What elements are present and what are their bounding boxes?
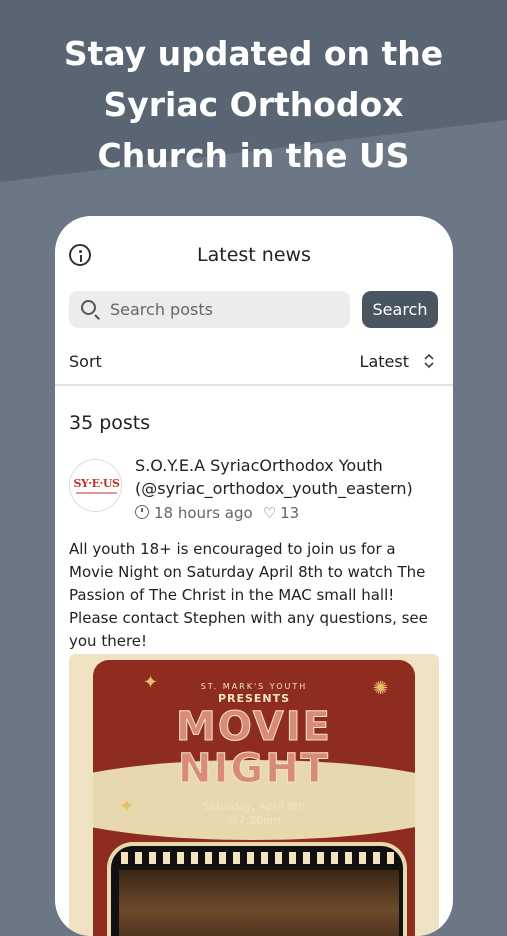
post-body-line: Passion of The Christ in the MAC small h… [69,586,395,604]
post-body: All youth 18+ is encouraged to join us f… [69,538,439,653]
author-handle: (@syriac_orthodox_youth_eastern) [135,479,413,498]
film-still-image [119,870,399,936]
divider [55,384,453,386]
heart-icon[interactable]: ♡ [263,504,276,522]
search-button[interactable]: Search [362,291,438,328]
avatar-logo-text: SY·E·US [73,477,120,490]
poster-date: Saturday, April 8th [202,800,306,813]
post-body-line: Please contact Stephen with any question… [69,609,428,627]
sort-select[interactable]: Latest [360,352,409,371]
movie-night-poster: ✦ ✺ ✦ ST. MARK'S YOUTH PRESENTS MOVIE NI… [93,660,415,936]
avatar-underline [76,492,117,494]
hero-line-2: Syriac Orthodox [103,85,404,124]
poster-title-line-2: NIGHT [178,746,330,793]
poster-title-line-1: MOVIE [176,704,332,751]
film-strip [107,842,407,936]
search-input[interactable]: Search posts [69,291,350,328]
post-body-line: Movie Night on Saturday April 8th to wat… [69,563,426,581]
like-count: 13 [280,504,300,522]
post-author[interactable]: S.O.Y.E.A SyriacOrthodox Youth (@syriac_… [135,454,413,500]
app-header: Latest news [55,216,453,294]
hero-line-1: Stay updated on the [63,34,444,73]
post-count: 35 posts [69,412,151,434]
post-body-line: you there! [69,632,148,650]
hero-heading: Stay updated on the Syriac Orthodox Chur… [0,28,507,181]
search-placeholder: Search posts [110,300,213,319]
poster-subtitle: ST. MARK'S YOUTH [200,682,308,691]
hero-line-3: Church in the US [97,136,410,175]
author-name: S.O.Y.E.A SyriacOrthodox Youth [135,456,383,475]
avatar[interactable]: SY·E·US [69,459,122,512]
post-time: 18 hours ago [154,504,253,522]
phone-screen: Latest news Search posts Search Sort Lat… [55,216,453,936]
poster-time: @7:30pm [227,814,281,827]
film-sprocket-holes [121,852,397,864]
post-body-line: All youth 18+ is encouraged to join us f… [69,540,396,558]
sort-label: Sort [69,352,102,371]
post-image[interactable]: ✦ ✺ ✦ ST. MARK'S YOUTH PRESENTS MOVIE NI… [69,654,439,936]
page-title: Latest news [197,244,311,266]
chevron-up-down-icon[interactable] [423,353,435,369]
search-icon [81,300,96,315]
post-meta: 18 hours ago ♡ 13 [135,504,299,522]
sort-row[interactable]: Sort Latest [55,352,453,384]
clock-icon [135,505,149,519]
